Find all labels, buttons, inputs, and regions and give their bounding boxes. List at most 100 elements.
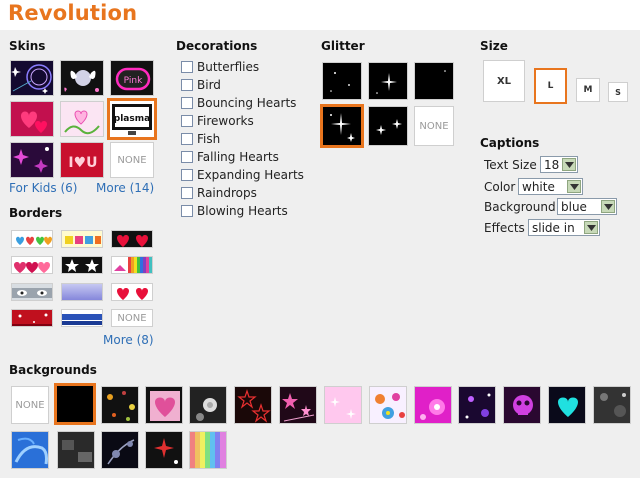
butterflies-label: Butterflies — [197, 60, 260, 74]
text-size-value: 18 — [544, 157, 560, 172]
glitter-2[interactable] — [368, 62, 408, 100]
skin-plasma[interactable]: plasma — [107, 98, 157, 140]
blowing-hearts-checkbox[interactable] — [181, 205, 193, 217]
background-blue-swirl[interactable] — [11, 431, 49, 469]
background-black[interactable] — [54, 383, 96, 425]
bird-checkbox[interactable] — [181, 79, 193, 91]
skins-more-link[interactable]: More (14) — [96, 181, 154, 195]
background-gray-text[interactable] — [57, 431, 95, 469]
border-rainbow-stripes[interactable] — [111, 256, 153, 274]
skin-hearts[interactable] — [10, 101, 54, 137]
background-rainbow-stripes[interactable] — [189, 431, 227, 469]
skins-for-kids-link[interactable]: For Kids (6) — [9, 181, 77, 195]
svg-text:I♥U: I♥U — [68, 155, 97, 171]
fish-checkbox[interactable] — [181, 133, 193, 145]
chevron-down-icon — [567, 180, 581, 193]
skin-iloveu[interactable]: I♥U — [60, 142, 104, 178]
size-s-option[interactable]: S — [608, 82, 628, 102]
background-value: blue — [561, 199, 587, 214]
background-gray-sparkle[interactable] — [593, 386, 631, 424]
border-red-hearts-black[interactable] — [111, 230, 153, 248]
decoration-butterflies[interactable]: Butterflies — [181, 59, 259, 75]
background-magenta-flowers[interactable] — [414, 386, 452, 424]
color-value: white — [522, 179, 555, 194]
borders-more-link[interactable]: More (8) — [103, 333, 154, 347]
falling-hearts-checkbox[interactable] — [181, 151, 193, 163]
chevron-down-icon — [584, 221, 598, 234]
glitter-none[interactable]: NONE — [414, 106, 454, 146]
background-pink-stars[interactable] — [279, 386, 317, 424]
glitter-1[interactable] — [322, 62, 362, 100]
background-label: Background — [484, 200, 556, 214]
skin-stars[interactable] — [10, 60, 54, 96]
color-select[interactable]: white — [518, 178, 583, 195]
raindrops-checkbox[interactable] — [181, 187, 193, 199]
border-blue-stripes[interactable] — [61, 309, 103, 327]
background-pink-heart[interactable] — [145, 386, 183, 424]
decoration-bird[interactable]: Bird — [181, 77, 221, 93]
background-light-pink-sparkle[interactable] — [324, 386, 362, 424]
background-cyan-heart[interactable] — [548, 386, 586, 424]
glitter-3[interactable] — [414, 62, 454, 100]
background-red-sparkle[interactable] — [145, 431, 183, 469]
decoration-expanding-hearts[interactable]: Expanding Hearts — [181, 167, 304, 183]
background-none[interactable]: NONE — [11, 386, 49, 424]
background-none-label: NONE — [15, 399, 45, 411]
decoration-raindrops[interactable]: Raindrops — [181, 185, 257, 201]
decoration-fish[interactable]: Fish — [181, 131, 220, 147]
bird-label: Bird — [197, 78, 221, 92]
glitter-4[interactable] — [320, 104, 364, 148]
border-red-hearts-white[interactable] — [111, 283, 153, 301]
glitter-heading: Glitter — [321, 39, 365, 53]
background-purple-skull[interactable] — [503, 386, 541, 424]
skin-heart-swirl[interactable] — [60, 101, 104, 137]
skin-none[interactable]: NONE — [110, 142, 154, 178]
effects-label: Effects — [484, 221, 525, 235]
background-dots[interactable] — [101, 386, 139, 424]
skin-none-label: NONE — [117, 154, 147, 166]
fireworks-label: Fireworks — [197, 114, 254, 128]
size-xl-option[interactable]: XL — [483, 60, 525, 102]
border-silver-eyes[interactable] — [11, 283, 53, 301]
border-lavender-gradient[interactable] — [61, 283, 103, 301]
border-rainbow-hearts[interactable] — [11, 230, 53, 248]
size-m-option[interactable]: M — [576, 78, 600, 102]
skin-butterflies[interactable] — [60, 60, 104, 96]
fireworks-checkbox[interactable] — [181, 115, 193, 127]
border-pink-hearts[interactable] — [11, 256, 53, 274]
background-colorful-flowers[interactable] — [369, 386, 407, 424]
decoration-falling-hearts[interactable]: Falling Hearts — [181, 149, 279, 165]
background-flower[interactable] — [189, 386, 227, 424]
chevron-down-icon — [562, 158, 576, 171]
expanding-hearts-checkbox[interactable] — [181, 169, 193, 181]
background-dark-floral[interactable] — [101, 431, 139, 469]
background-purple-sparkle[interactable] — [458, 386, 496, 424]
border-none[interactable]: NONE — [111, 309, 153, 327]
skins-heading: Skins — [9, 39, 46, 53]
size-l-option[interactable]: L — [534, 68, 567, 104]
falling-hearts-label: Falling Hearts — [197, 150, 279, 164]
decoration-bouncing-hearts[interactable]: Bouncing Hearts — [181, 95, 296, 111]
butterflies-checkbox[interactable] — [181, 61, 193, 73]
border-none-label: NONE — [117, 312, 147, 324]
background-select[interactable]: blue — [557, 198, 617, 215]
expanding-hearts-label: Expanding Hearts — [197, 168, 304, 182]
border-white-stars[interactable] — [61, 256, 103, 274]
skin-sparkle[interactable] — [10, 142, 54, 178]
border-colorful-hearts[interactable] — [61, 230, 103, 248]
decoration-blowing-hearts[interactable]: Blowing Hearts — [181, 203, 288, 219]
captions-heading: Captions — [480, 136, 540, 150]
text-size-select[interactable]: 18 — [540, 156, 578, 173]
background-red-stars[interactable] — [234, 386, 272, 424]
size-heading: Size — [480, 39, 508, 53]
glitter-5[interactable] — [368, 106, 408, 146]
bouncing-hearts-checkbox[interactable] — [181, 97, 193, 109]
effects-select[interactable]: slide in — [528, 219, 600, 236]
glitter-none-label: NONE — [419, 120, 449, 132]
border-red-sparkle[interactable] — [11, 309, 53, 327]
app-title: Revolution — [8, 1, 138, 25]
text-size-label: Text Size — [484, 158, 537, 172]
decoration-fireworks[interactable]: Fireworks — [181, 113, 254, 129]
color-label: Color — [484, 180, 516, 194]
skin-pink[interactable]: Pink — [110, 60, 154, 96]
